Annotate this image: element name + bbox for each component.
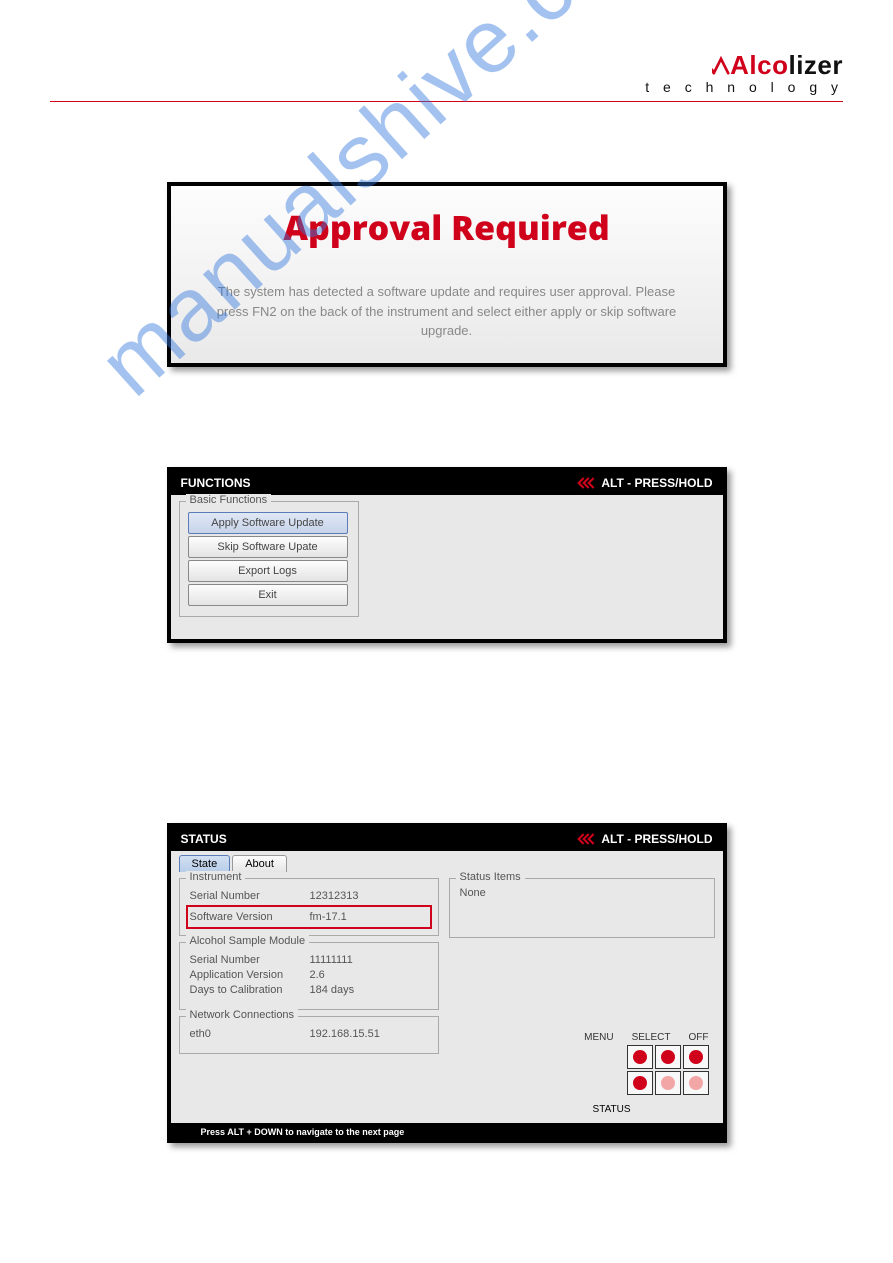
network-ip: 192.168.15.51 (310, 1028, 428, 1040)
select-label: SELECT (632, 1032, 671, 1043)
approval-dialog: Approval Required The system has detecte… (167, 182, 727, 367)
logo-text-red: Alco (730, 50, 788, 80)
status-hw-label: STATUS (593, 1104, 631, 1115)
menu-label: MENU (584, 1032, 613, 1043)
led-red-icon (633, 1050, 647, 1064)
logo-text-black: lizer (788, 50, 843, 80)
basic-functions-group: Basic Functions Apply Software Update Sk… (179, 501, 359, 617)
led-red-icon (633, 1076, 647, 1090)
off-label: OFF (689, 1032, 709, 1043)
network-legend: Network Connections (186, 1009, 299, 1021)
header-rule (50, 101, 843, 102)
hw-button-5[interactable] (655, 1071, 681, 1095)
led-red-icon (689, 1050, 703, 1064)
off-button[interactable] (683, 1045, 709, 1069)
functions-header-title: FUNCTIONS (181, 476, 251, 490)
status-items-value: None (460, 887, 704, 899)
approval-title: Approval Required (171, 204, 723, 250)
chevron-left-icon (577, 832, 597, 846)
functions-header: FUNCTIONS ALT - PRESS/HOLD (171, 471, 723, 495)
instrument-group: Instrument Serial Number 12312313 Softwa… (179, 878, 439, 936)
status-footer-hint: Press ALT + DOWN to navigate to the next… (171, 1123, 723, 1139)
hardware-button-cluster: MENU SELECT OFF (584, 1032, 708, 1095)
select-button[interactable] (655, 1045, 681, 1069)
status-tabs: State About (171, 851, 723, 872)
asm-serial-label: Serial Number (190, 954, 310, 966)
exit-button[interactable]: Exit (188, 584, 348, 606)
tab-state[interactable]: State (179, 855, 231, 872)
approval-message: The system has detected a software updat… (171, 282, 723, 341)
status-items-legend: Status Items (456, 871, 525, 883)
skip-software-update-button[interactable]: Skip Software Upate (188, 536, 348, 558)
instrument-serial-label: Serial Number (190, 890, 310, 902)
network-group: Network Connections eth0 192.168.15.51 (179, 1016, 439, 1054)
tab-about[interactable]: About (232, 855, 287, 872)
software-version-value: fm-17.1 (310, 911, 428, 923)
functions-panel: FUNCTIONS ALT - PRESS/HOLD Basic Functio… (167, 467, 727, 643)
status-panel: STATUS ALT - PRESS/HOLD State About Inst… (167, 823, 727, 1143)
asm-cal-label: Days to Calibration (190, 984, 310, 996)
logo-mark-icon (712, 56, 730, 76)
logo-subtitle: t e c h n o l o g y (50, 79, 843, 95)
asm-app-label: Application Version (190, 969, 310, 981)
software-version-label: Software Version (190, 911, 310, 923)
network-iface: eth0 (190, 1028, 310, 1040)
status-alt-label: ALT - PRESS/HOLD (601, 832, 712, 846)
led-red-icon (661, 1050, 675, 1064)
asm-cal-value: 184 days (310, 984, 428, 996)
status-header-title: STATUS (181, 832, 227, 846)
brand-logo: Alcolizer t e c h n o l o g y (50, 50, 843, 95)
asm-app-value: 2.6 (310, 969, 428, 981)
software-version-highlight: Software Version fm-17.1 (186, 905, 432, 929)
basic-functions-legend: Basic Functions (186, 494, 272, 506)
asm-group: Alcohol Sample Module Serial Number 1111… (179, 942, 439, 1010)
export-logs-button[interactable]: Export Logs (188, 560, 348, 582)
instrument-serial-value: 12312313 (310, 890, 428, 902)
asm-serial-value: 11111111 (310, 954, 428, 966)
led-dim-icon (689, 1076, 703, 1090)
chevron-left-icon (577, 476, 597, 490)
menu-button[interactable] (627, 1045, 653, 1069)
asm-legend: Alcohol Sample Module (186, 935, 310, 947)
instrument-legend: Instrument (186, 871, 246, 883)
led-dim-icon (661, 1076, 675, 1090)
apply-software-update-button[interactable]: Apply Software Update (188, 512, 348, 534)
functions-alt-label: ALT - PRESS/HOLD (601, 476, 712, 490)
hw-button-6[interactable] (683, 1071, 709, 1095)
status-items-group: Status Items None (449, 878, 715, 938)
hw-button-4[interactable] (627, 1071, 653, 1095)
status-header: STATUS ALT - PRESS/HOLD (171, 827, 723, 851)
